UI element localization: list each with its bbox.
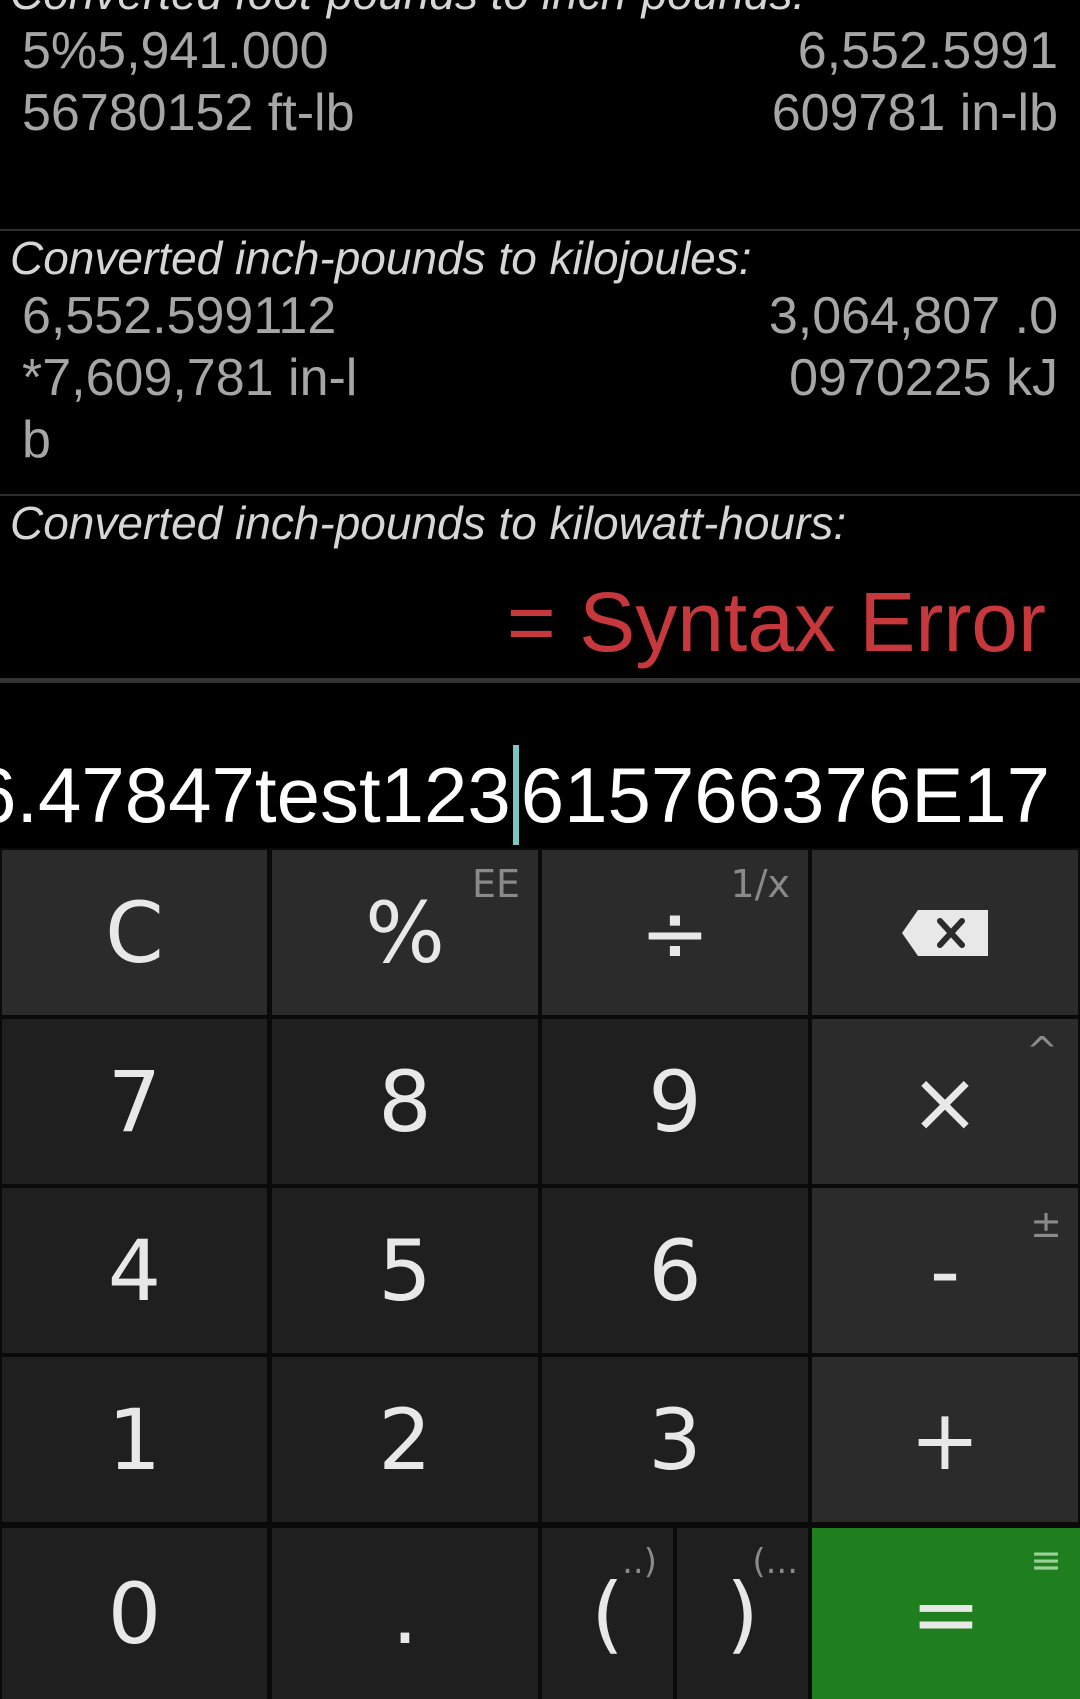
digit-8-button[interactable]: 8	[272, 1019, 538, 1184]
history-title: Converted inch-pounds to kilojoules:	[10, 232, 752, 284]
equals-button[interactable]: = ≡	[812, 1528, 1080, 1699]
result-text[interactable]: = Syntax Error	[507, 580, 1046, 664]
digit-9-button[interactable]: 9	[542, 1019, 808, 1184]
digit-1-label: 1	[107, 1390, 162, 1489]
divide-button[interactable]: ÷ 1/x	[542, 850, 808, 1015]
digit-6-label: 6	[648, 1221, 702, 1320]
digit-4-label: 4	[107, 1221, 162, 1320]
clear-button[interactable]: C	[2, 850, 267, 1015]
plus-minus-sublabel: ±	[1030, 1202, 1062, 1246]
keypad: C % EE ÷ 1/x 7 8 9 × ^ 4 5 6 - ± 1 2 3 +…	[0, 848, 1080, 1699]
digit-8-label: 8	[378, 1052, 432, 1151]
multiply-label: ×	[909, 1052, 981, 1151]
digit-3-button[interactable]: 3	[542, 1357, 808, 1522]
digit-5-label: 5	[378, 1221, 432, 1320]
minus-button[interactable]: - ±	[812, 1188, 1078, 1353]
history-panel[interactable]: Converted foot-pounds to inch-pounds: 5%…	[0, 0, 1080, 556]
history-entry[interactable]: Converted inch-pounds to kilowatt-hours:	[0, 496, 1080, 550]
history-output[interactable]: 3,064,807 .00970225 kJ	[758, 285, 1058, 409]
history-entry[interactable]: Converted foot-pounds to inch-pounds: 5%…	[0, 0, 1080, 231]
expression-before-cursor[interactable]: 36.47847test123	[0, 749, 511, 841]
equals-label: =	[910, 1564, 982, 1663]
digit-4-button[interactable]: 4	[2, 1188, 267, 1353]
digit-0-label: 0	[107, 1564, 162, 1663]
plus-button[interactable]: +	[812, 1357, 1078, 1522]
open-paren-sublabel: ..)	[622, 1542, 657, 1582]
digit-0-button[interactable]: 0	[2, 1528, 267, 1699]
minus-label: -	[929, 1221, 961, 1320]
menu-icon: ≡	[1030, 1538, 1062, 1582]
text-cursor	[512, 745, 519, 845]
percent-label: %	[365, 883, 445, 982]
plus-label: +	[909, 1390, 981, 1489]
open-paren-button[interactable]: ( ..)	[542, 1528, 673, 1699]
digit-9-label: 9	[648, 1052, 702, 1151]
digit-7-label: 7	[107, 1052, 162, 1151]
close-paren-sublabel: (...	[752, 1542, 798, 1582]
close-paren-button[interactable]: ) (...	[677, 1528, 808, 1699]
digit-7-button[interactable]: 7	[2, 1019, 267, 1184]
result-display: = Syntax Error	[0, 556, 1080, 683]
divide-label: ÷	[639, 883, 711, 982]
backspace-icon	[902, 909, 988, 956]
history-output[interactable]: 6,552.5991 609781 in-lb	[758, 20, 1058, 144]
history-input[interactable]: 6,552.599112 *7,609,781 in-lb	[22, 285, 362, 471]
decimal-point-label: .	[391, 1564, 419, 1663]
percent-button[interactable]: % EE	[272, 850, 538, 1015]
history-input[interactable]: 5%5,941.000 56780152 ft-lb	[22, 20, 362, 144]
decimal-point-button[interactable]: .	[272, 1528, 538, 1699]
ee-sublabel: EE	[471, 862, 520, 906]
history-title: Converted inch-pounds to kilowatt-hours:	[10, 497, 847, 549]
reciprocal-sublabel: 1/x	[730, 862, 790, 906]
digit-2-button[interactable]: 2	[272, 1357, 538, 1522]
digit-3-label: 3	[648, 1390, 702, 1489]
expression-after-cursor[interactable]: 615766376E17	[521, 749, 1050, 841]
power-sublabel: ^	[1026, 1029, 1058, 1073]
digit-6-button[interactable]: 6	[542, 1188, 808, 1353]
multiply-button[interactable]: × ^	[812, 1019, 1078, 1184]
history-title: Converted foot-pounds to inch-pounds:	[0, 0, 1080, 20]
clear-label: C	[105, 883, 164, 982]
digit-1-button[interactable]: 1	[2, 1357, 267, 1522]
open-paren-label: (	[591, 1564, 624, 1663]
digit-5-button[interactable]: 5	[272, 1188, 538, 1353]
history-entry[interactable]: Converted inch-pounds to kilojoules: 6,5…	[0, 231, 1080, 496]
expression-input[interactable]: 36.47847test123 615766376E17	[0, 683, 1080, 848]
digit-2-label: 2	[378, 1390, 432, 1489]
backspace-button[interactable]	[812, 850, 1078, 1015]
